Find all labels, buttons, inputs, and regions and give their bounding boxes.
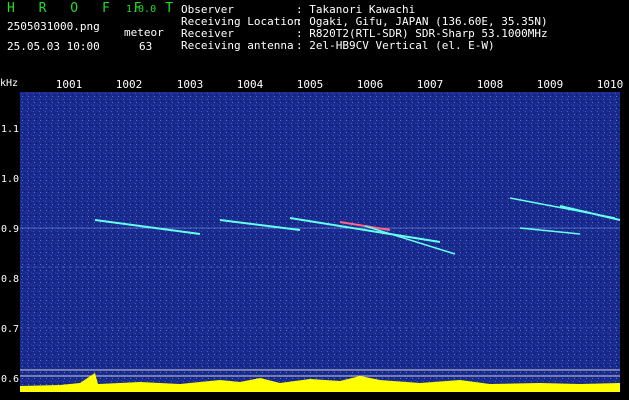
time-tick: 1010 [596,78,624,91]
time-tick: 1009 [536,78,564,91]
meteor-count: 63 [139,40,153,53]
freq-tick: 0.6 [1,374,20,385]
freq-tick: 0.8 [1,274,20,285]
meteor-label: meteor [124,26,164,39]
freq-tick: 0.7 [1,324,20,335]
time-tick: 1002 [115,78,143,91]
filename-label: 2505031000.png [7,20,100,33]
freq-tick: 1.1 [1,124,20,135]
info-row-antenna: Receiving antenna: 2el-HB9CV Vertical (e… [181,40,548,52]
freq-axis: 1.1 1.0 0.9 0.8 0.7 0.6 [0,78,20,400]
freq-tick: 0.9 [1,224,20,235]
spectrogram-background [20,92,620,392]
time-tick: 1006 [356,78,384,91]
time-tick: 1008 [476,78,504,91]
app-version: 1.0.0 [126,4,157,15]
time-tick: 1007 [416,78,444,91]
spectrogram-plot [20,92,620,392]
info-value: : 2el-HB9CV Vertical (el. E-W) [296,39,495,52]
time-tick: 1001 [55,78,83,91]
info-label: Receiving antenna [181,39,294,52]
freq-tick: 1.0 [1,174,20,185]
time-tick: 1003 [176,78,204,91]
datetime-label: 25.05.03 10:00 [7,40,100,53]
time-tick: 1004 [236,78,264,91]
time-tick: 1005 [296,78,324,91]
station-info: Observer: Takanori Kawachi Receiving Loc… [181,4,548,52]
time-axis: 1001 1002 1003 1004 1005 1006 1007 1008 … [0,78,629,92]
